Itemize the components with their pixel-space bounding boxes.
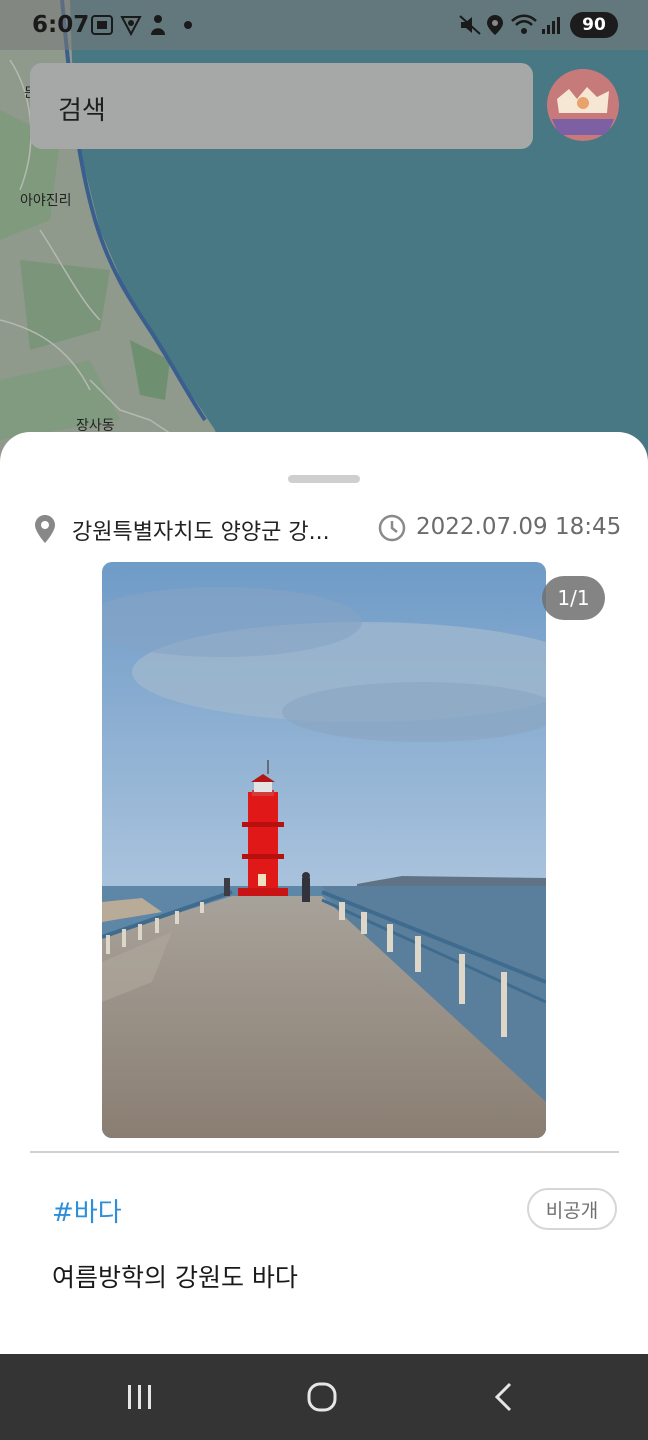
screenshot-icon [91,15,113,35]
signal-icon [542,17,560,34]
fitness-icon [151,15,165,35]
lighthouse-photo [102,562,546,1138]
mute-icon [459,15,481,35]
dot-icon [184,21,192,29]
divider [30,1151,619,1153]
profile-avatar[interactable] [547,69,619,141]
post-caption: 여름방학의 강원도 바다 [52,1263,298,1292]
battery-icon: 90 [570,12,618,38]
avatar-image [547,69,619,141]
hashtag-link[interactable]: #바다 [52,1192,122,1229]
search-bar[interactable]: 검색 [30,63,533,149]
status-bar: 6:07 90 [0,0,648,50]
location-icon [487,15,503,35]
shield-icon [120,16,142,36]
home-icon [307,1382,337,1412]
battery-level: 90 [582,15,606,35]
recent-apps-icon [128,1385,151,1409]
wifi-icon [511,14,537,34]
clock-icon [378,514,406,542]
location-pin-icon [35,515,55,543]
back-icon [494,1382,512,1412]
post-photo[interactable] [102,562,546,1138]
detail-bottom-sheet[interactable]: 강원특별자치도 양양군 강... 2022.07.09 18:45 1/1 #바… [0,432,648,1354]
drag-handle[interactable] [288,475,360,483]
meta-row: 강원특별자치도 양양군 강... 2022.07.09 18:45 [34,512,622,548]
home-button[interactable] [292,1376,352,1418]
back-button[interactable] [474,1376,534,1418]
visibility-chip[interactable]: 비공개 [527,1188,617,1230]
page-indicator: 1/1 [542,576,605,620]
map-label-2: 아야진리 [20,193,72,209]
datetime-text: 2022.07.09 18:45 [416,514,622,540]
navigation-bar [0,1354,648,1440]
recent-apps-button[interactable] [110,1376,170,1418]
search-input[interactable]: 검색 [58,90,106,127]
status-time: 6:07 [32,12,90,38]
location-text: 강원특별자치도 양양군 강... [72,520,330,545]
